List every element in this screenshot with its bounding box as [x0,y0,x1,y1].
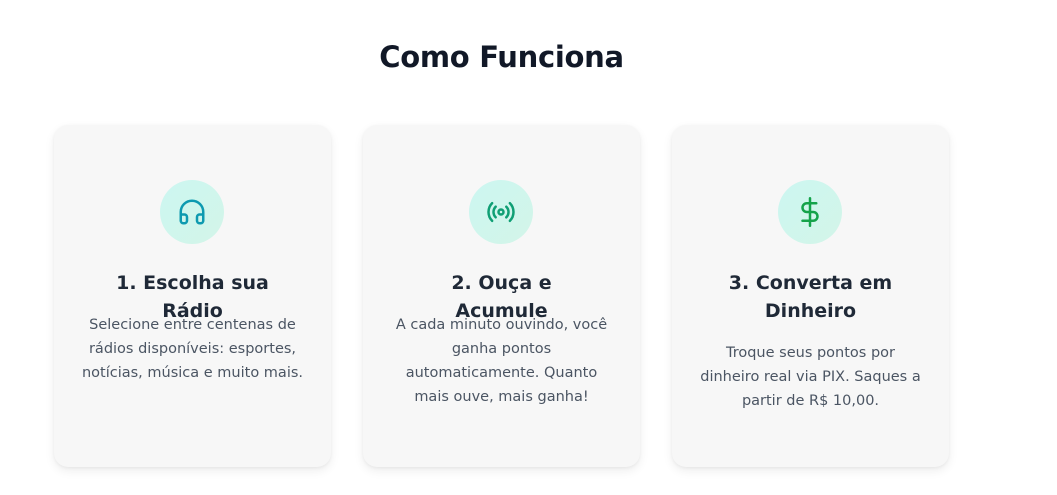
step-card-convert-money: 3. Converta em Dinheiro Troque seus pont… [672,125,949,467]
dollar-sign-icon [778,180,842,244]
how-it-works-section: Como Funciona 1. Escolha sua Rádio Selec… [0,0,1057,495]
headphones-icon [160,180,224,244]
step-description: A cada minuto ouvindo, você ganha pontos… [395,317,608,405]
broadcast-icon [469,180,533,244]
step-description: Troque seus pontos por dinheiro real via… [700,345,921,409]
step-card-choose-radio: 1. Escolha sua Rádio Selecione entre cen… [54,125,331,467]
step-description: Selecione entre centenas de rádios dispo… [81,317,304,381]
section-title: Como Funciona [379,40,624,74]
step-title: 3. Converta em Dinheiro [728,272,893,322]
step-card-listen-accumulate: 2. Ouça e Acumule A cada minuto ouvindo,… [363,125,640,467]
